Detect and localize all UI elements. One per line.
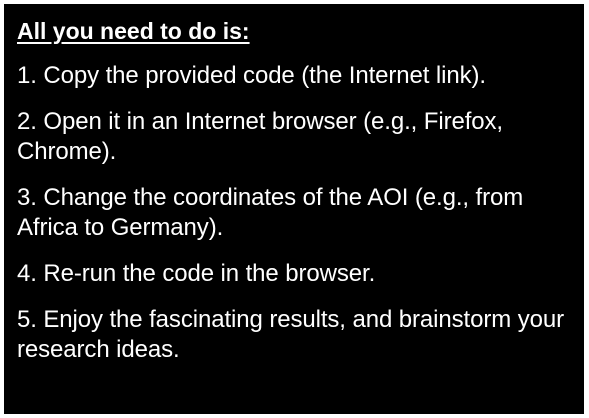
instruction-step-5: 5. Enjoy the fascinating results, and br… [17, 306, 564, 363]
instructions-heading: All you need to do is: [17, 18, 250, 44]
instructions-panel: All you need to do is: 1. Copy the provi… [4, 4, 584, 414]
instruction-step-1: 1. Copy the provided code (the Internet … [17, 62, 487, 89]
instructions-list: 1. Copy the provided code (the Internet … [17, 61, 573, 365]
instruction-step-4: 4. Re-run the code in the browser. [17, 260, 376, 287]
instruction-step-2: 2. Open it in an Internet browser (e.g.,… [17, 108, 503, 165]
instruction-step-3: 3. Change the coordinates of the AOI (e.… [17, 184, 524, 241]
